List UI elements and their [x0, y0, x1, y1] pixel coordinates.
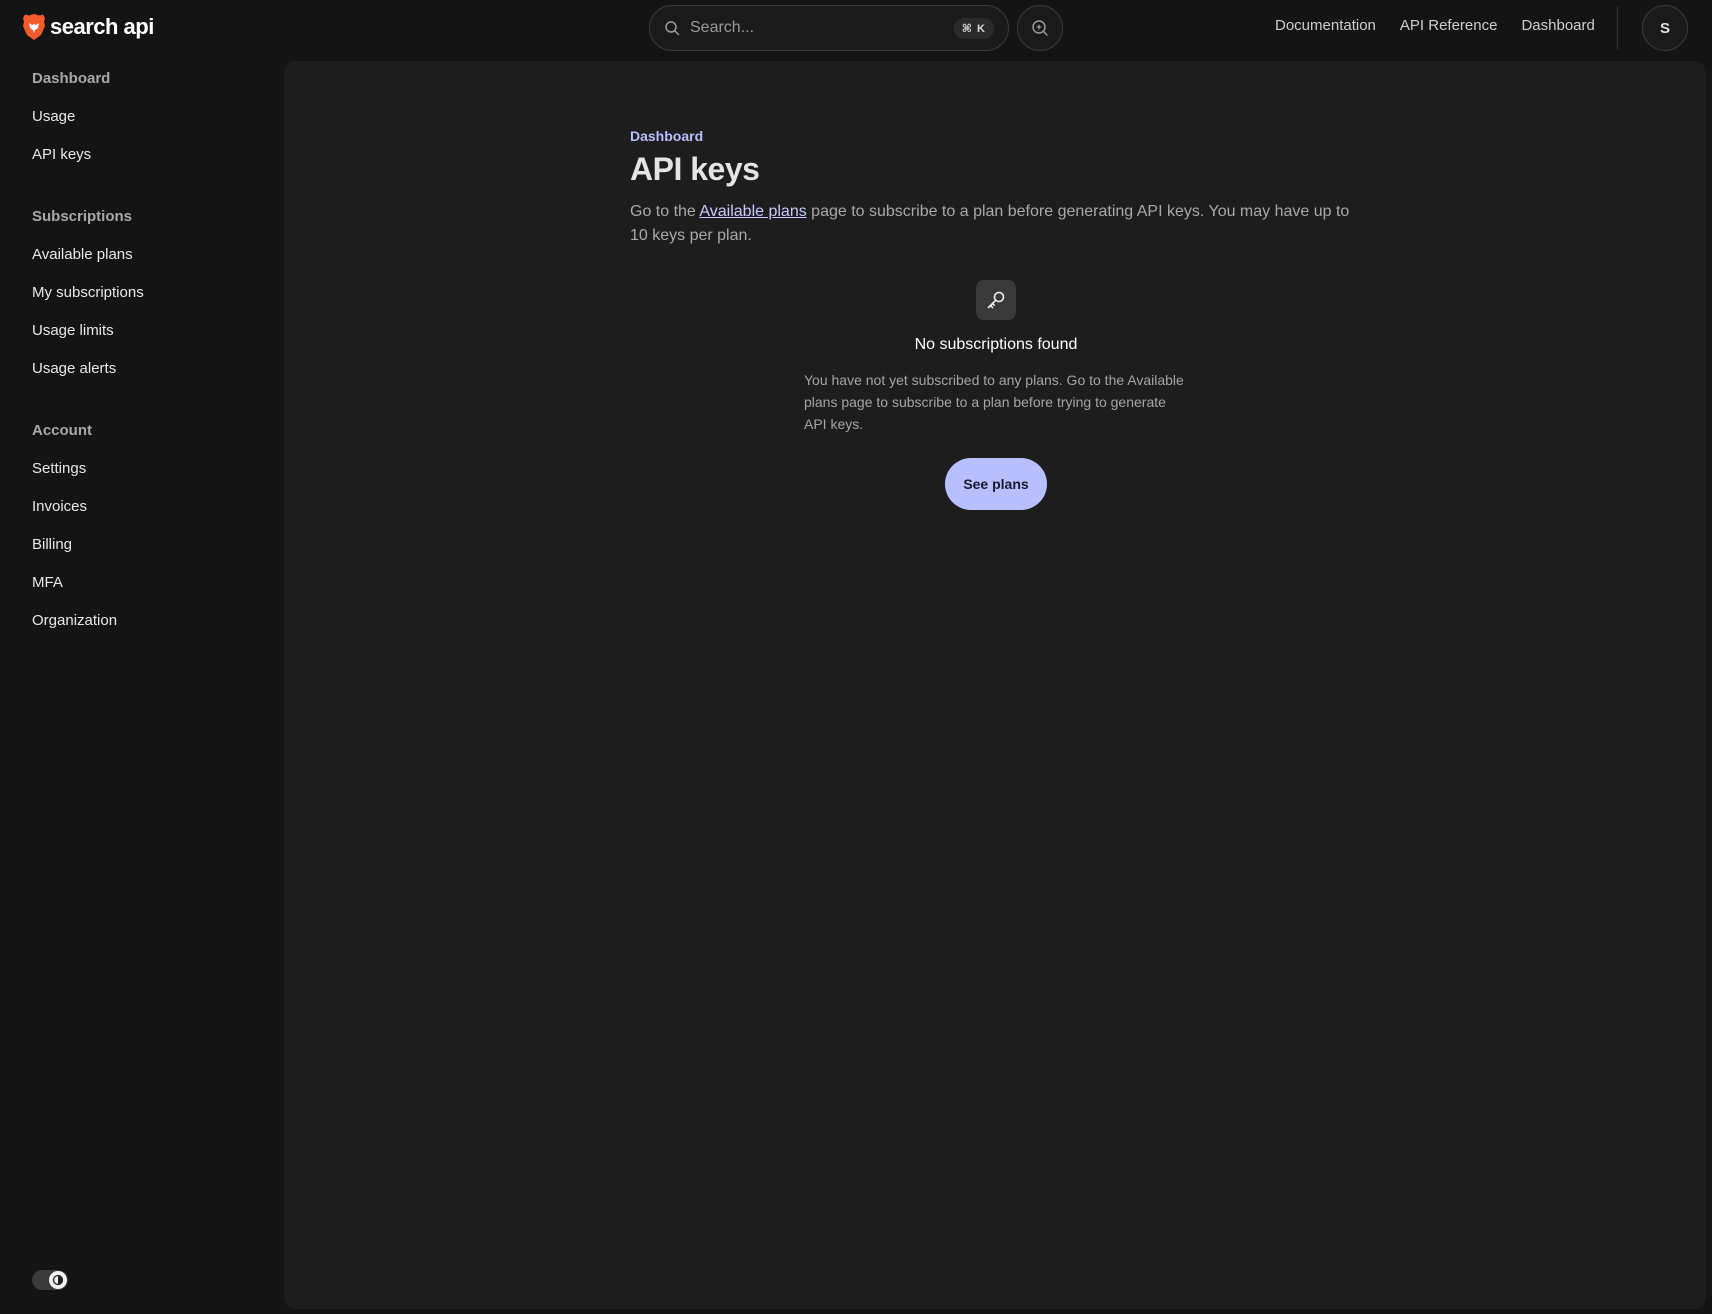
key-icon [987, 291, 1005, 309]
empty-state-text: You have not yet subscribed to any plans… [804, 372, 1184, 432]
top-links: Documentation API Reference Dashboard [1275, 17, 1595, 34]
search-shortcut-badge: ⌘ K [953, 17, 994, 39]
sparkle-search-icon [1032, 20, 1048, 36]
page-title: API keys [630, 151, 760, 187]
main-panel: Dashboard API keys Go to the Available p… [284, 61, 1706, 1309]
ai-search-button[interactable] [1017, 5, 1063, 51]
sidebar-item-usage-alerts[interactable]: Usage alerts [32, 360, 116, 377]
sidebar-item-organization[interactable]: Organization [32, 612, 117, 629]
dark-mode-icon [52, 1274, 64, 1286]
brave-lion-logo-icon [23, 14, 45, 40]
sidebar-item-available-plans[interactable]: Available plans [32, 246, 133, 263]
search-placeholder: Search... [690, 19, 755, 36]
sidebar: Dashboard Usage API keys Subscriptions A… [0, 56, 284, 1314]
api-reference-link[interactable]: API Reference [1400, 17, 1498, 34]
toggle-knob [49, 1271, 67, 1289]
sidebar-item-settings[interactable]: Settings [32, 460, 86, 477]
top-navbar: search api Search... ⌘ K Documentation A… [0, 0, 1712, 56]
sidebar-item-usage[interactable]: Usage [32, 108, 75, 125]
documentation-link[interactable]: Documentation [1275, 17, 1376, 34]
logo-link[interactable]: search api [22, 12, 154, 42]
sidebar-section-account: Account [32, 422, 92, 439]
breadcrumb[interactable]: Dashboard [630, 128, 703, 144]
sidebar-item-my-subscriptions[interactable]: My subscriptions [32, 284, 144, 301]
intro-text-start: Go to the [630, 203, 700, 220]
search-icon [665, 21, 680, 36]
intro-text: Go to the Available plans page to subscr… [630, 200, 1360, 248]
sidebar-section-subscriptions: Subscriptions [32, 208, 133, 225]
dashboard-link[interactable]: Dashboard [1521, 17, 1594, 34]
available-plans-link[interactable]: Available plans [699, 203, 806, 220]
sidebar-item-api-keys[interactable]: API keys [32, 146, 91, 163]
logo-text: search api [50, 14, 154, 39]
see-plans-button[interactable]: See plans [945, 458, 1047, 510]
sidebar-section-dashboard: Dashboard [32, 70, 111, 87]
sidebar-item-invoices[interactable]: Invoices [32, 498, 87, 515]
user-avatar-button[interactable]: S [1642, 5, 1688, 51]
sidebar-item-usage-limits[interactable]: Usage limits [32, 322, 114, 339]
sidebar-item-billing[interactable]: Billing [32, 536, 72, 553]
empty-state-title: No subscriptions found [914, 336, 1078, 353]
divider [1617, 6, 1618, 50]
search-box[interactable]: Search... ⌘ K [649, 5, 1009, 51]
theme-toggle[interactable] [32, 1270, 68, 1290]
empty-state-icon-badge [976, 280, 1016, 320]
sidebar-item-mfa[interactable]: MFA [32, 574, 63, 591]
